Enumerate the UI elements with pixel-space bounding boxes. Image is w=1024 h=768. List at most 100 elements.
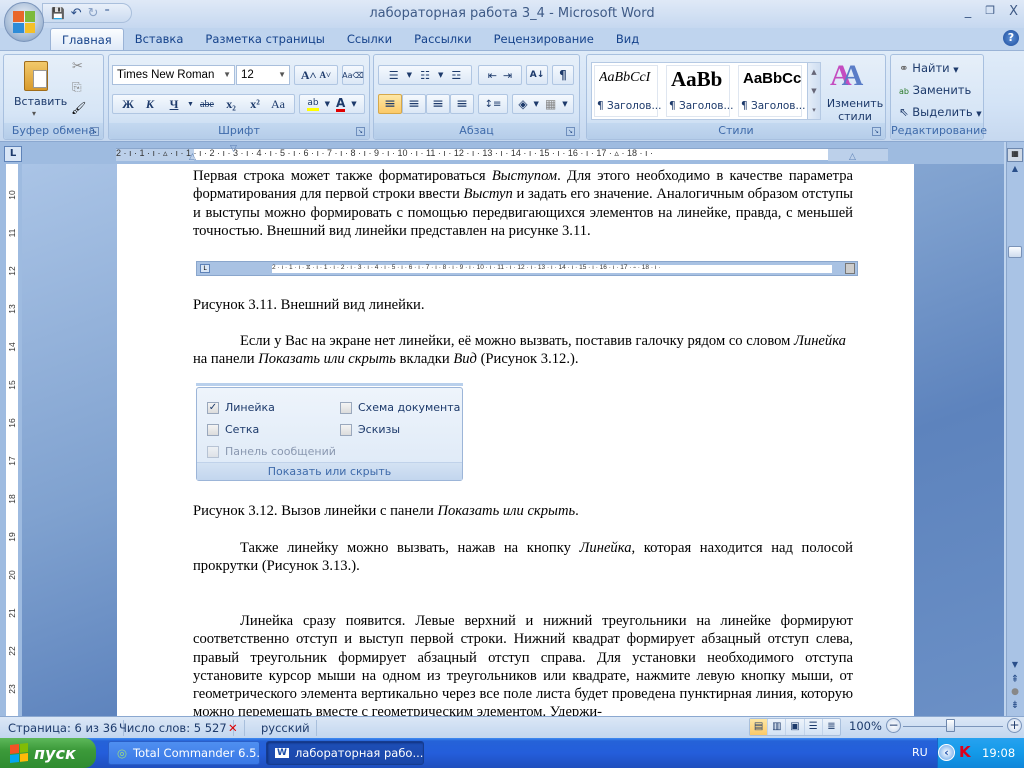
- change-styles-button[interactable]: Изменить стили: [825, 97, 885, 123]
- tab-view[interactable]: Вид: [605, 28, 650, 50]
- shrink-font-button[interactable]: A˅: [319, 70, 331, 80]
- highlight-button[interactable]: ab: [307, 98, 319, 111]
- style-tile-2[interactable]: AaBb ¶ Заголов...: [666, 65, 733, 117]
- show-hidden-icons-button[interactable]: ‹: [938, 744, 955, 761]
- show-marks-button[interactable]: ¶: [552, 65, 574, 85]
- outline-view-button[interactable]: ☰: [805, 719, 823, 735]
- right-indent-marker[interactable]: △: [849, 152, 856, 162]
- paragraph-4: Линейка сразу появится. Левые верхний и …: [193, 612, 853, 716]
- print-layout-view-button[interactable]: ▤: [750, 719, 769, 735]
- increase-indent-button[interactable]: ⇥: [503, 69, 512, 82]
- next-page-icon[interactable]: ⇟: [1007, 700, 1023, 711]
- horizontal-ruler[interactable]: 2 · ı · 1 · ı · ▵ · ı · 1 · ı · 2 · ı · …: [116, 144, 888, 162]
- scrollbar-thumb[interactable]: [1008, 246, 1022, 258]
- paste-button[interactable]: Вставить ▾: [10, 57, 67, 119]
- underline-dropdown-icon[interactable]: ▼: [187, 100, 195, 108]
- zoom-out-button[interactable]: −: [886, 718, 901, 733]
- font-name-combo[interactable]: Times New Roman ▼: [112, 65, 235, 85]
- font-color-button[interactable]: A: [335, 97, 346, 112]
- cut-icon[interactable]: ✂: [72, 59, 83, 74]
- draft-view-button[interactable]: ≣: [823, 719, 840, 735]
- word-count[interactable]: Число слов: 5 527: [113, 720, 234, 736]
- bullets-button[interactable]: ☰: [389, 69, 399, 82]
- office-button[interactable]: [4, 2, 44, 42]
- kaspersky-icon[interactable]: K: [959, 744, 975, 760]
- find-button[interactable]: ⚭ Найти ▼: [899, 61, 959, 75]
- sort-button[interactable]: A↓: [526, 65, 548, 85]
- replace-button[interactable]: ab Заменить: [899, 83, 971, 97]
- change-case-button[interactable]: Aa: [267, 97, 289, 112]
- format-painter-icon[interactable]: 🖌: [71, 101, 86, 115]
- paragraph-launcher-icon[interactable]: ↘: [566, 127, 575, 136]
- language-indicator[interactable]: русский: [255, 720, 317, 736]
- font-launcher-icon[interactable]: ↘: [356, 127, 365, 136]
- tab-selector-button[interactable]: L: [4, 146, 22, 162]
- restore-button[interactable]: ❐: [985, 4, 995, 19]
- tab-home[interactable]: Главная: [50, 28, 124, 50]
- justify-button[interactable]: ≡: [450, 94, 474, 114]
- style-tile-1[interactable]: AaBbCcI ¶ Заголов...: [594, 65, 661, 117]
- zoom-slider-thumb[interactable]: [946, 719, 955, 732]
- cursor-icon: ⇖: [899, 105, 909, 119]
- document-page[interactable]: Первая строка может также форматироватьс…: [117, 164, 914, 716]
- superscript-button[interactable]: x²: [243, 97, 267, 112]
- web-layout-button[interactable]: ▣: [786, 719, 805, 735]
- tab-insert[interactable]: Вставка: [124, 28, 195, 50]
- bold-button[interactable]: Ж: [117, 97, 139, 112]
- zoom-level[interactable]: 100%: [849, 719, 882, 733]
- underline-button[interactable]: Ч: [161, 97, 187, 112]
- page-count[interactable]: Страница: 6 из 36: [2, 720, 125, 736]
- text-run: .: [575, 503, 579, 519]
- start-button[interactable]: пуск: [0, 738, 96, 768]
- align-left-button[interactable]: ≡: [378, 94, 402, 114]
- style-sample: AaBbCcI: [599, 70, 651, 85]
- chevron-down-icon[interactable]: ▼: [325, 100, 330, 108]
- copy-icon[interactable]: ⎘: [72, 80, 82, 95]
- previous-page-icon[interactable]: ⇞: [1007, 674, 1023, 685]
- keyboard-language[interactable]: RU: [912, 746, 928, 759]
- multilevel-list-button[interactable]: ☲: [451, 69, 461, 82]
- tab-mailings[interactable]: Рассылки: [403, 28, 482, 50]
- decrease-indent-button[interactable]: ⇤: [488, 69, 497, 82]
- replace-icon: ab: [899, 87, 909, 96]
- vertical-scrollbar[interactable]: [1006, 142, 1024, 716]
- taskbar-item-word[interactable]: W лабораторная рабо...: [266, 741, 424, 765]
- proofing-error-icon[interactable]: ✕: [222, 720, 245, 736]
- italic-text-run: Выступ: [463, 186, 513, 203]
- view-ruler-button[interactable]: ▦: [1007, 148, 1023, 162]
- chevron-down-icon[interactable]: ▼: [351, 100, 356, 108]
- clear-formatting-button[interactable]: Aa⌫: [342, 65, 364, 85]
- font-size-combo[interactable]: 12 ▼: [236, 65, 290, 85]
- align-center-button[interactable]: ≡: [402, 94, 426, 114]
- select-button[interactable]: ⇖ Выделить ▼: [899, 105, 982, 119]
- tab-references[interactable]: Ссылки: [336, 28, 403, 50]
- styles-gallery-scroll[interactable]: ▲ ▼ ▾: [807, 62, 821, 120]
- italic-button[interactable]: К: [139, 97, 161, 112]
- zoom-in-button[interactable]: +: [1007, 718, 1022, 733]
- strikethrough-button[interactable]: abe: [195, 99, 219, 110]
- full-screen-reading-button[interactable]: ▥: [768, 719, 787, 735]
- clipboard-launcher-icon[interactable]: ↘: [90, 127, 99, 136]
- taskbar-item-total-commander[interactable]: ◎ Total Commander 6.5...: [108, 741, 260, 765]
- tab-page-layout[interactable]: Разметка страницы: [194, 28, 335, 50]
- scroll-down-arrow-icon[interactable]: ▼: [1007, 660, 1023, 669]
- minimize-button[interactable]: _: [965, 4, 972, 19]
- select-browse-object-icon[interactable]: ●: [1007, 687, 1023, 697]
- subscript-button[interactable]: x₂: [219, 97, 243, 112]
- help-icon[interactable]: ?: [1003, 30, 1019, 46]
- align-right-button[interactable]: ≡: [426, 94, 450, 114]
- tab-review[interactable]: Рецензирование: [483, 28, 605, 50]
- first-line-indent-marker[interactable]: ▽: [230, 144, 237, 154]
- numbering-button[interactable]: ☷: [420, 69, 430, 82]
- paste-dropdown-icon[interactable]: ▾: [32, 109, 36, 118]
- grow-font-button[interactable]: A˄: [301, 68, 317, 83]
- styles-launcher-icon[interactable]: ↘: [872, 127, 881, 136]
- scroll-up-arrow-icon[interactable]: ▲: [1007, 164, 1023, 173]
- hanging-indent-marker[interactable]: △: [189, 152, 196, 162]
- borders-button[interactable]: ▦: [545, 97, 556, 111]
- style-tile-3[interactable]: AaBbCc ¶ Заголов...: [738, 65, 805, 117]
- vertical-ruler[interactable]: 10 11 12 13 14 15 16 17 18 19 20 21 22 23: [6, 164, 18, 716]
- shading-button[interactable]: ◈: [518, 97, 527, 111]
- line-spacing-button[interactable]: ↕≡: [478, 94, 508, 114]
- close-button[interactable]: X: [1009, 4, 1018, 19]
